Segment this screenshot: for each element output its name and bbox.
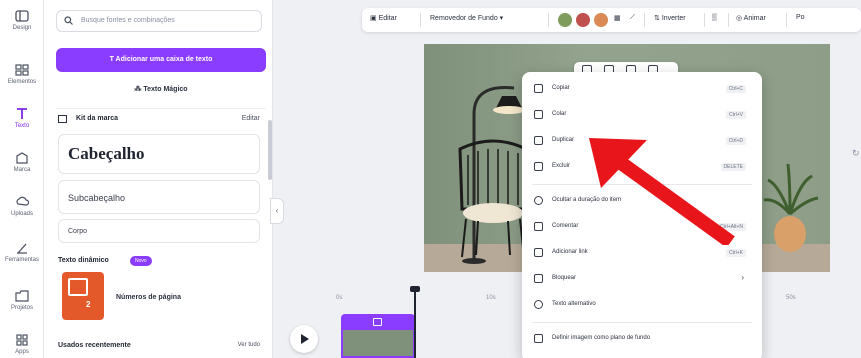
page-number-digit: 2	[86, 300, 91, 309]
timeline-clip-thumbnail[interactable]	[341, 330, 415, 358]
brand-kit-label: Kit da marca	[76, 115, 119, 122]
chevron-right-icon: ›	[741, 273, 744, 282]
timeline-tick: 0s	[336, 295, 343, 301]
adjust-icon[interactable]: ⟋	[630, 14, 635, 22]
brand-icon	[16, 152, 28, 164]
toolbar-divider	[728, 13, 729, 27]
search-icon	[64, 16, 73, 25]
color-swatch-orange[interactable]	[594, 13, 608, 27]
panel-scrollbar[interactable]	[268, 120, 272, 180]
page-icon	[68, 278, 88, 296]
menu-item-hide-duration[interactable]: Ocultar a duração do item	[522, 190, 762, 212]
timeline-tick: 50s	[786, 295, 796, 301]
rail-item-uploads[interactable]: Uploads	[0, 196, 44, 217]
lock-icon	[534, 274, 543, 283]
search-placeholder: Busque fontes e combinações	[81, 17, 175, 24]
dynamic-text-title: Texto dinâmico	[58, 257, 109, 264]
toolbar-divider	[548, 13, 549, 27]
page-numbers-label[interactable]: Números de página	[116, 294, 181, 301]
heading-style[interactable]: Cabeçalho	[58, 134, 260, 174]
rail-item-brand[interactable]: Marca	[0, 152, 44, 173]
animate-icon: ◎	[736, 15, 744, 22]
play-icon	[301, 334, 309, 344]
toolbar-divider	[644, 13, 645, 27]
chevron-left-icon: ‹	[275, 206, 279, 215]
shortcut-badge: Ctrl+V	[725, 111, 746, 119]
see-all-link[interactable]: Ver tudo	[238, 342, 260, 348]
apps-icon	[16, 334, 28, 346]
shortcut-badge: Ctrl+K	[725, 249, 746, 257]
menu-item-paste[interactable]: Colar Ctrl+V	[522, 104, 762, 126]
play-button[interactable]	[290, 325, 318, 353]
flip-button[interactable]: ⇅ Inverter	[654, 14, 686, 22]
clock-icon	[534, 196, 543, 205]
position-button[interactable]: Po	[796, 14, 805, 21]
rail-item-tools[interactable]: Ferramentas	[0, 242, 44, 263]
shortcut-badge: Ctrl+Alt+N	[716, 223, 746, 231]
magic-text-label: Texto Mágico	[143, 86, 188, 93]
menu-item-duplicate[interactable]: Duplicar Ctrl+D	[522, 130, 762, 152]
copy-icon	[534, 84, 543, 93]
paste-icon	[534, 110, 543, 119]
toolbar-divider	[420, 13, 421, 27]
collapse-panel-button[interactable]: ‹	[270, 198, 284, 224]
menu-divider	[532, 184, 752, 185]
page-numbers-thumbnail[interactable]: 2	[62, 272, 104, 320]
transparency-icon[interactable]: ▒	[712, 14, 717, 21]
layout-icon	[15, 10, 29, 22]
magic-text-button[interactable]: ⁂ Texto Mágico	[56, 80, 266, 100]
draw-icon	[17, 243, 27, 254]
menu-item-delete[interactable]: Excluir DELETE	[522, 156, 762, 178]
shortcut-badge: Ctrl+D	[725, 137, 746, 145]
toolbar-divider	[786, 13, 787, 27]
add-text-box-button[interactable]: T Adicionar uma caixa de texto	[56, 48, 266, 72]
color-swatch-red[interactable]	[576, 13, 590, 27]
trash-icon	[534, 162, 543, 171]
upload-icon	[16, 196, 29, 206]
comment-icon	[534, 222, 543, 231]
elements-icon	[15, 64, 29, 76]
brand-kit-row[interactable]: Kit da marca Editar	[56, 108, 266, 128]
body-style[interactable]: Corpo	[58, 219, 260, 243]
rail-item-elements[interactable]: Elementos	[0, 64, 44, 85]
background-remover-button[interactable]: Removedor de Fundo ▾	[430, 14, 503, 22]
subheading-style[interactable]: Subcabeçalho	[58, 180, 260, 214]
timeline-clip-header[interactable]	[341, 314, 415, 330]
flip-icon: ⇅	[654, 15, 662, 22]
toolbar-divider	[704, 13, 705, 27]
font-search-input[interactable]: Busque fontes e combinações	[56, 10, 262, 32]
top-toolbar: ▣ Editar Removedor de Fundo ▾ ▦ ⟋ ⇅ Inve…	[362, 8, 861, 32]
text-panel: Busque fontes e combinações T Adicionar …	[44, 0, 273, 358]
folder-icon	[15, 290, 29, 302]
playhead[interactable]	[414, 288, 416, 358]
rail-item-apps[interactable]: Apps	[0, 334, 44, 355]
menu-item-copy[interactable]: Copiar Ctrl+C	[522, 78, 762, 100]
recently-used-title: Usados recentemente	[58, 342, 131, 349]
menu-item-add-link[interactable]: Adicionar link Ctrl+K	[522, 242, 762, 264]
image-edit-icon: ▣	[370, 15, 379, 22]
rotate-icon[interactable]: ↻	[852, 148, 860, 159]
rail-item-design[interactable]: Design	[0, 10, 44, 31]
rail-item-text[interactable]: Texto	[0, 108, 44, 129]
menu-item-comment[interactable]: Comentar Ctrl+Alt+N	[522, 216, 762, 238]
clip-image-icon	[373, 318, 382, 326]
rail-item-projects[interactable]: Projetos	[0, 290, 44, 311]
left-rail: Design Elementos Texto Marca Uploads Fer…	[0, 0, 44, 358]
timeline-tick: 10s	[486, 295, 496, 301]
new-badge: Novo	[130, 256, 152, 266]
edit-image-button[interactable]: ▣ Editar	[370, 14, 397, 22]
potted-plant-image	[763, 163, 819, 252]
link-icon	[534, 248, 543, 257]
brand-kit-icon	[58, 115, 67, 123]
shortcut-badge: DELETE	[720, 163, 746, 171]
rattan-chair-image	[458, 139, 528, 258]
color-swatch-green[interactable]	[558, 13, 572, 27]
text-icon	[17, 108, 27, 119]
duplicate-icon	[534, 136, 543, 145]
crop-icon[interactable]: ▦	[614, 14, 621, 22]
brand-kit-edit-link[interactable]: Editar	[242, 109, 260, 129]
shortcut-badge: Ctrl+C	[725, 85, 746, 93]
animate-button[interactable]: ◎ Animar	[736, 14, 766, 22]
